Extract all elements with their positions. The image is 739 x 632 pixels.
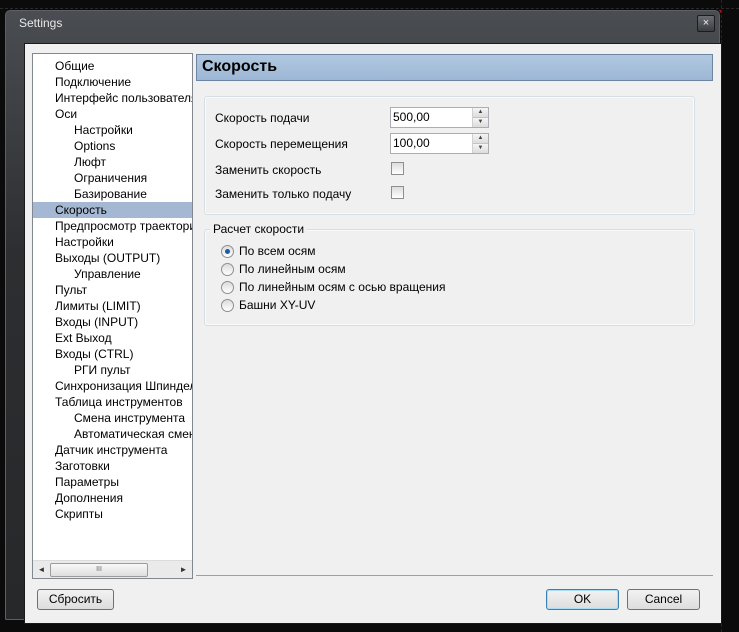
window-title: Settings <box>19 16 63 30</box>
travel-rate-value: 100,00 <box>393 136 430 150</box>
tree-item[interactable]: Автоматическая смена <box>33 426 192 442</box>
replace-feed-only-checkbox[interactable] <box>391 186 404 199</box>
travel-rate-spin-buttons: ▲ ▼ <box>472 134 488 153</box>
travel-rate-spinbox[interactable]: 100,00 ▲ ▼ <box>390 133 489 154</box>
tree-item[interactable]: Таблица инструментов <box>33 394 192 410</box>
travel-rate-label: Скорость перемещения <box>215 137 348 151</box>
tree-item[interactable]: Заготовки <box>33 458 192 474</box>
spin-down-icon[interactable]: ▼ <box>473 144 488 153</box>
tree-item[interactable]: Ext Выход <box>33 330 192 346</box>
tree-item[interactable]: Ограничения <box>33 170 192 186</box>
spin-up-icon[interactable]: ▲ <box>473 108 488 118</box>
tree-item[interactable]: Скрипты <box>33 506 192 522</box>
tree-item[interactable]: Смена инструмента <box>33 410 192 426</box>
spin-up-icon[interactable]: ▲ <box>473 134 488 144</box>
radio-all-axes[interactable] <box>221 245 234 258</box>
tree-item[interactable]: Базирование <box>33 186 192 202</box>
panel-divider <box>196 575 713 576</box>
scroll-left-icon[interactable]: ◄ <box>33 561 50 578</box>
feed-rate-value: 500,00 <box>393 110 430 124</box>
scroll-thumb[interactable]: III <box>50 563 148 577</box>
replace-feed-only-label: Заменить только подачу <box>215 187 352 201</box>
tree-item[interactable]: Входы (INPUT) <box>33 314 192 330</box>
radio-linear-axes-label[interactable]: По линейным осям <box>239 262 346 276</box>
tree-item[interactable]: Скорость <box>33 202 192 218</box>
settings-window: Settings × Общие Подключение Интерфейс пол… <box>4 9 722 624</box>
tree-item[interactable]: Настройки <box>33 234 192 250</box>
tree-item[interactable]: Управление <box>33 266 192 282</box>
close-button[interactable]: × <box>697 15 715 32</box>
radio-xy-uv-label[interactable]: Башни XY-UV <box>239 298 315 312</box>
replace-speed-label: Заменить скорость <box>215 163 322 177</box>
radio-xy-uv[interactable] <box>221 299 234 312</box>
reset-button[interactable]: Сбросить <box>37 589 114 610</box>
speed-calculation-group: Расчет скорости По всем осям По линейным… <box>204 222 695 326</box>
tree-list: Общие Подключение Интерфейс пользователя Ос… <box>33 58 192 522</box>
settings-tree[interactable]: Общие Подключение Интерфейс пользователя Ос… <box>32 53 193 579</box>
scroll-grip-icon: III <box>96 566 102 573</box>
tree-item[interactable]: Подключение <box>33 74 192 90</box>
radio-all-axes-label[interactable]: По всем осям <box>239 244 316 258</box>
scroll-right-icon[interactable]: ► <box>175 561 192 578</box>
radio-linear-rotary[interactable] <box>221 281 234 294</box>
tree-item[interactable]: Оси <box>33 106 192 122</box>
tree-item[interactable]: Лимиты (LIMIT) <box>33 298 192 314</box>
ok-button[interactable]: OK <box>546 589 619 610</box>
tree-item[interactable]: Дополнения <box>33 490 192 506</box>
section-title: Скорость <box>202 58 278 75</box>
tree-item[interactable]: Параметры <box>33 474 192 490</box>
tree-item[interactable]: Датчик инструмента <box>33 442 192 458</box>
tree-item[interactable]: Люфт <box>33 154 192 170</box>
feed-rate-spin-buttons: ▲ ▼ <box>472 108 488 127</box>
section-header: Скорость <box>196 54 713 81</box>
feed-rate-label: Скорость подачи <box>215 111 310 125</box>
tree-item[interactable]: Options <box>33 138 192 154</box>
dialog-client-area: Общие Подключение Интерфейс пользователя Ос… <box>24 43 722 624</box>
tree-item[interactable]: Интерфейс пользователя <box>33 90 192 106</box>
cancel-button[interactable]: Cancel <box>627 589 700 610</box>
tree-item[interactable]: Выходы (OUTPUT) <box>33 250 192 266</box>
tree-item[interactable]: Синхронизация Шпинделя <box>33 378 192 394</box>
tree-item[interactable]: Предпросмотр траектории <box>33 218 192 234</box>
speed-settings-group: Скорость подачи 500,00 ▲ ▼ Скорость пере… <box>204 96 695 215</box>
feed-rate-spinbox[interactable]: 500,00 ▲ ▼ <box>390 107 489 128</box>
tree-item[interactable]: Пульт <box>33 282 192 298</box>
tree-item[interactable]: РГИ пульт <box>33 362 192 378</box>
speed-calculation-title: Расчет скорости <box>210 222 308 236</box>
replace-speed-checkbox[interactable] <box>391 162 404 175</box>
tree-item[interactable]: Общие <box>33 58 192 74</box>
radio-linear-axes[interactable] <box>221 263 234 276</box>
tree-item[interactable]: Настройки <box>33 122 192 138</box>
tree-horizontal-scrollbar[interactable]: ◄ III ► <box>33 560 192 578</box>
spin-down-icon[interactable]: ▼ <box>473 118 488 127</box>
tree-item[interactable]: Входы (CTRL) <box>33 346 192 362</box>
close-icon: × <box>702 17 710 29</box>
radio-linear-rotary-label[interactable]: По линейным осям с осью вращения <box>239 280 446 294</box>
